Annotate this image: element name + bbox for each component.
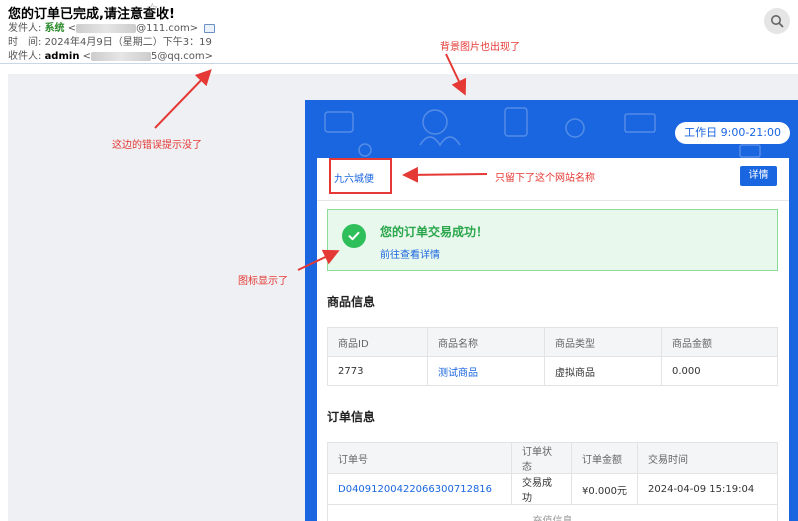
success-banner: 您的订单交易成功！ 前往查看详情 <box>327 209 778 271</box>
annotation-icon-shown: 图标显示了 <box>238 276 288 287</box>
annotation-bg-image: 背景图片也出现了 <box>440 42 520 53</box>
goods-type: 虚拟商品 <box>544 356 662 386</box>
table-header-row: 订单号 订单状态 订单金额 交易时间 <box>327 442 778 474</box>
order-status: 交易成功 <box>511 473 572 505</box>
column-header: 交易时间 <box>637 442 778 474</box>
annotation-site-name: 只留下了这个网站名称 <box>495 173 595 184</box>
recipient-row: 收件人: admin <5@qq.com> <box>8 51 213 62</box>
column-header: 订单状态 <box>511 442 572 474</box>
site-name[interactable]: 九六城便 <box>334 170 374 185</box>
recipient-name[interactable]: admin <box>45 51 80 62</box>
sender-row: 发件人: 系统 < @111.com> <box>8 19 216 34</box>
table-row: 2773 测试商品 虚拟商品 0.000 <box>327 356 778 386</box>
mail-card: 九六城便 详情 您的订单交易成功！ 前往查看详情 商品信息 商品ID 商品名称 … <box>317 158 789 521</box>
recipient-label: 收件人: <box>8 51 42 62</box>
recipient-email-suffix: 5@qq.com> <box>151 51 213 62</box>
order-amount: ¥0.000元 <box>571 473 638 505</box>
order-time: 2024-04-09 15:19:04 <box>637 473 778 505</box>
table-header-row: 商品ID 商品名称 商品类型 商品金额 <box>327 327 778 357</box>
goods-section-title: 商品信息 <box>327 295 376 309</box>
column-header: 订单金额 <box>571 442 638 474</box>
order-section-title: 订单信息 <box>327 410 376 424</box>
email-header: 您的订单已完成,请注意查收! ☆ 发件人: 系统 < @111.com> 时 间:… <box>0 0 798 64</box>
column-header: 订单号 <box>327 442 512 474</box>
detail-button[interactable]: 详情 <box>740 166 777 186</box>
goods-name-link[interactable]: 测试商品 <box>427 356 545 386</box>
recipient-email-blur <box>91 51 151 61</box>
divider <box>317 200 789 201</box>
sender-email-blur <box>76 23 137 33</box>
view-details-link[interactable]: 前往查看详情 <box>380 246 440 261</box>
contact-card-icon[interactable] <box>204 23 216 33</box>
success-title: 您的订单交易成功！ <box>380 225 489 239</box>
star-icon[interactable]: ☆ <box>146 1 159 17</box>
recharge-info-label: 充值信息 <box>327 504 778 521</box>
table-row: D04091200422066300712816 交易成功 ¥0.000元 20… <box>327 473 778 505</box>
table-row: 充值信息 <box>327 504 778 521</box>
goods-table: 商品ID 商品名称 商品类型 商品金额 2773 测试商品 虚拟商品 0.000 <box>327 327 778 386</box>
check-circle-icon <box>342 224 366 248</box>
goods-amount: 0.000 <box>661 356 778 386</box>
order-number-link[interactable]: D04091200422066300712816 <box>327 473 512 505</box>
order-table: 订单号 订单状态 订单金额 交易时间 D04091200422066300712… <box>327 442 778 521</box>
column-header: 商品类型 <box>544 327 662 357</box>
working-hours-badge: 工作日 9:00-21:00 <box>675 122 790 144</box>
screenshot: 您的订单已完成,请注意查收! ☆ 发件人: 系统 < @111.com> 时 间:… <box>0 0 798 521</box>
mail-content-background: 工作日 9:00-21:00 九六城便 详情 您的订单交易成功！ 前往查看详情 … <box>305 100 798 521</box>
column-header: 商品名称 <box>427 327 545 357</box>
column-header: 商品ID <box>327 327 428 357</box>
search-icon[interactable] <box>764 8 790 34</box>
annotation-error-tip: 这边的错误提示没了 <box>112 140 202 151</box>
column-header: 商品金额 <box>661 327 778 357</box>
time-row: 时 间: 2024年4月9日（星期二）下午3：19 <box>8 33 212 48</box>
goods-id: 2773 <box>327 356 428 386</box>
